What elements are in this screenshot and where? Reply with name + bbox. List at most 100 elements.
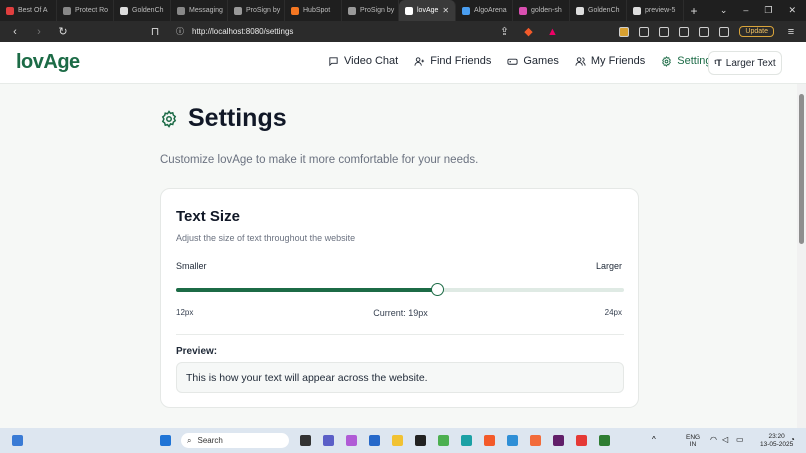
browser-tab[interactable]: Protect Ro [57, 0, 114, 21]
nav-item-label: My Friends [590, 55, 646, 67]
new-tab-button[interactable]: + [684, 4, 704, 18]
slack-icon[interactable] [553, 435, 564, 446]
browser-tab[interactable]: GoldenCh [114, 0, 171, 21]
bookmark-icon[interactable]: ⊓ [148, 25, 162, 38]
preview-box: This is how your text will appear across… [176, 362, 624, 393]
edge-icon[interactable] [461, 435, 472, 446]
brave-rewards-icon[interactable]: ▲ [545, 26, 559, 38]
tab-favicon-icon [177, 6, 185, 15]
volume-icon[interactable]: ◁ [722, 435, 733, 446]
browser-tab[interactable]: ProSign by [228, 0, 285, 21]
language-indicator[interactable]: ENG IN [686, 434, 700, 448]
page-title: Settings [188, 104, 287, 132]
nav-item-games[interactable]: Games [507, 55, 559, 67]
tab-search-icon[interactable]: ⌄ [720, 5, 728, 16]
browser-tab[interactable]: preview-5 [627, 0, 684, 21]
search-icon: ⌕ [187, 435, 192, 445]
browser-tab[interactable]: lovAge ✕ [399, 0, 456, 21]
tab-label: preview-5 [645, 7, 676, 14]
browser-tab[interactable]: golden-sh [513, 0, 570, 21]
app-icon[interactable] [599, 435, 610, 446]
search-placeholder: Search [197, 436, 223, 445]
browser-tab-strip: Best Of A Protect Ro GoldenCh Messaging ProS… [0, 0, 806, 21]
minimize-icon[interactable]: – [743, 5, 748, 16]
reload-icon[interactable]: ↻ [56, 25, 70, 38]
nav-item-label: Video Chat [344, 55, 399, 67]
browser-tab[interactable]: GoldenCh [570, 0, 627, 21]
tab-label: golden-sh [531, 7, 562, 14]
user-plus-icon [414, 56, 425, 67]
battery-icon[interactable]: ▭ [736, 435, 747, 446]
back-icon[interactable]: ‹ [8, 26, 22, 38]
share-icon[interactable]: ⇪ [497, 25, 511, 38]
brave-icon[interactable] [484, 435, 495, 446]
wallet-icon[interactable] [679, 26, 690, 37]
tab-favicon-icon [291, 6, 299, 15]
forward-icon[interactable]: › [32, 26, 46, 38]
tab-favicon-icon [120, 6, 128, 15]
task-view-icon[interactable] [300, 435, 311, 446]
tab-favicon-icon [405, 6, 413, 15]
tab-label: ProSign by [246, 7, 281, 14]
window-controls: ⌄ – ❐ ✕ [720, 5, 806, 16]
update-button[interactable]: Update [739, 26, 774, 37]
wifi-icon[interactable]: ◠ [710, 435, 721, 446]
tab-label: AlgoArena [474, 7, 507, 14]
clock-time: 23:20 [768, 433, 785, 440]
leo-icon[interactable] [719, 26, 730, 37]
nav-item-label: Games [523, 55, 559, 67]
clock[interactable]: 23:20 13-05-2025 [760, 433, 793, 449]
close-window-icon[interactable]: ✕ [788, 5, 796, 16]
tray-chevron-icon[interactable]: ^ [652, 435, 663, 446]
address-bar[interactable]: ⓘ http://localhost:8080/settings [172, 24, 487, 39]
tab-label: ProSign by [360, 7, 395, 14]
weather-icon[interactable] [12, 435, 23, 446]
copilot-icon[interactable] [346, 435, 357, 446]
browser-tab[interactable]: Best Of A [0, 0, 57, 21]
tab-favicon-icon [576, 6, 584, 15]
nav-item-find-friends[interactable]: Find Friends [414, 55, 491, 67]
puzzle-icon[interactable] [639, 26, 650, 37]
browser-tab[interactable]: AlgoArena [456, 0, 513, 21]
tab-favicon-icon [519, 6, 527, 15]
wps-icon[interactable] [576, 435, 587, 446]
postman-icon[interactable] [530, 435, 541, 446]
chat-icon [328, 56, 339, 67]
browser-tab[interactable]: HubSpot [285, 0, 342, 21]
larger-text-button[interactable]: ᵗT Larger Text [708, 51, 782, 75]
browser-toolbar: ‹ › ↻ ⊓ ⓘ http://localhost:8080/settings… [0, 21, 806, 42]
taskbar-search[interactable]: ⌕ Search [181, 433, 289, 448]
smaller-label: Smaller [176, 261, 207, 271]
slider-thumb[interactable] [431, 283, 445, 296]
region-code: IN [689, 441, 697, 448]
vpn-icon[interactable] [699, 26, 710, 37]
page-scrollbar[interactable] [797, 84, 806, 428]
tab-favicon-icon [63, 6, 71, 15]
logo[interactable]: lovAge [16, 51, 80, 74]
store-icon[interactable] [369, 435, 380, 446]
tab-label: Messaging [189, 7, 223, 14]
tab-label: HubSpot [303, 7, 331, 14]
brave-shield-icon[interactable]: ◆ [521, 25, 535, 38]
text-size-slider[interactable] [176, 283, 624, 296]
notification-icon[interactable]: ◔ [790, 435, 801, 446]
users-icon [575, 56, 586, 67]
browser-tab[interactable]: ProSign by [342, 0, 399, 21]
extension-icon[interactable] [619, 26, 630, 37]
site-info-icon[interactable]: ⓘ [176, 26, 184, 37]
nav-item-my-friends[interactable]: My Friends [575, 55, 645, 67]
scrollbar-thumb[interactable] [799, 94, 804, 244]
larger-text-label: Larger Text [725, 57, 776, 69]
restore-icon[interactable]: ❐ [764, 5, 772, 16]
browser-tab[interactable]: Messaging [171, 0, 228, 21]
menu-icon[interactable]: ≡ [784, 26, 798, 38]
explorer-icon[interactable] [392, 435, 403, 446]
widgets-icon[interactable] [323, 435, 334, 446]
terminal-icon[interactable] [415, 435, 426, 446]
vscode-icon[interactable] [507, 435, 518, 446]
close-tab-icon[interactable]: ✕ [442, 6, 449, 15]
start-icon[interactable] [160, 435, 171, 446]
nav-item-video-chat[interactable]: Video Chat [328, 55, 398, 67]
sidebar-icon[interactable] [659, 26, 670, 37]
photos-icon[interactable] [438, 435, 449, 446]
